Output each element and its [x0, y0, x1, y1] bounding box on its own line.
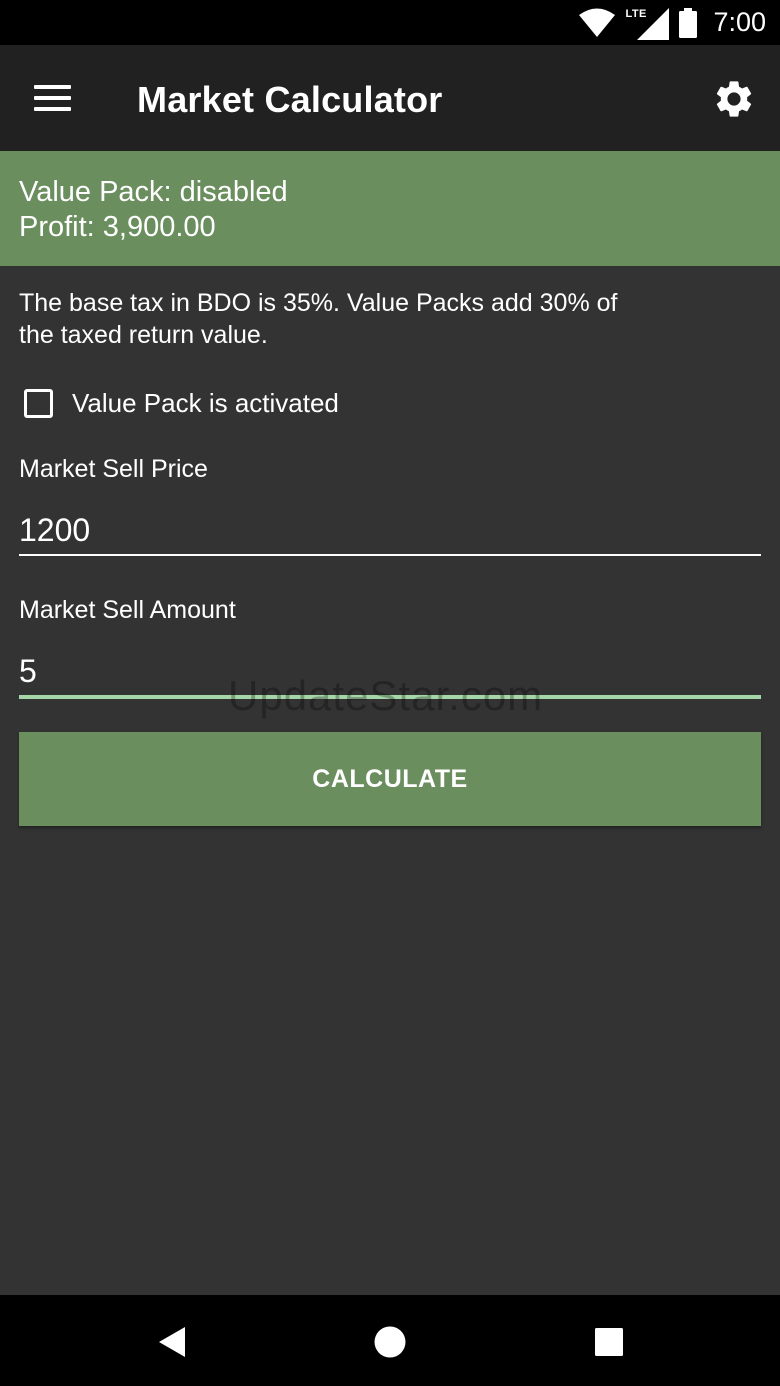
battery-icon — [679, 7, 698, 38]
checkbox-icon[interactable] — [24, 388, 53, 418]
sell-price-label: Market Sell Price — [19, 455, 208, 483]
wifi-icon — [579, 8, 616, 37]
app-bar: Market Calculator — [0, 45, 780, 151]
navigation-bar — [0, 1295, 780, 1386]
calculate-button[interactable]: CALCULATE — [19, 732, 761, 826]
menu-icon[interactable] — [34, 85, 72, 113]
status-time: 7:00 — [713, 7, 766, 37]
value-pack-status: Value Pack: disabled — [19, 176, 288, 208]
cell-signal-icon — [637, 7, 670, 40]
sell-price-input[interactable] — [19, 509, 761, 551]
sell-amount-label: Market Sell Amount — [19, 596, 236, 624]
sell-amount-input[interactable] — [19, 650, 761, 692]
recents-icon[interactable] — [589, 1322, 629, 1362]
profit-text: Profit: 3,900.00 — [19, 211, 216, 243]
page-title: Market Calculator — [137, 79, 443, 120]
tax-info-text: The base tax in BDO is 35%. Value Packs … — [19, 289, 618, 349]
gear-icon[interactable] — [712, 77, 756, 121]
sell-amount-underline — [19, 695, 761, 699]
back-icon[interactable] — [152, 1322, 192, 1362]
value-pack-checkbox-label: Value Pack is activated — [72, 387, 339, 418]
result-banner: Value Pack: disabled Profit: 3,900.00 — [0, 151, 780, 266]
home-icon[interactable] — [370, 1322, 410, 1362]
status-bar: LTE 7:00 — [0, 0, 780, 45]
sell-price-underline — [19, 554, 761, 556]
value-pack-checkbox[interactable]: Value Pack is activated — [24, 385, 339, 421]
lte-signal: LTE — [625, 6, 670, 40]
status-icons: LTE 7:00 — [579, 0, 766, 45]
